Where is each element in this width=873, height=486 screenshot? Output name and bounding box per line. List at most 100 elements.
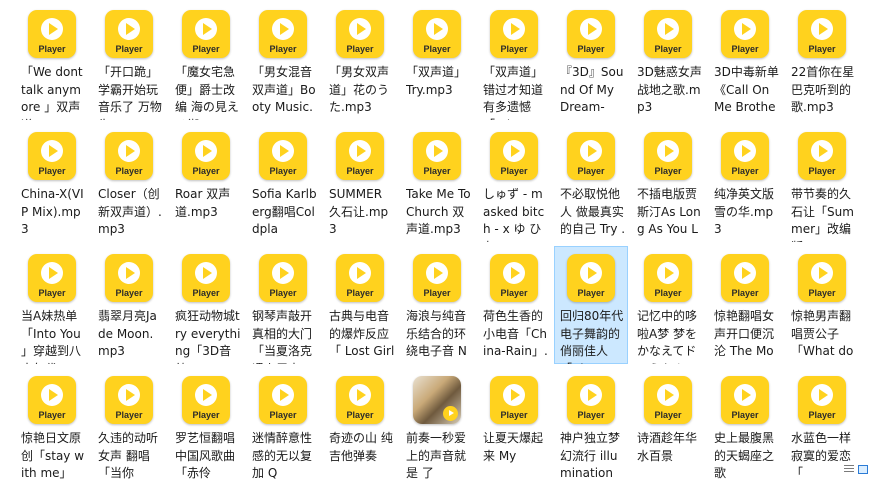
file-item[interactable]: Player 疯狂动物城try everything「3D音效 [169, 246, 243, 364]
file-item[interactable]: Player 迷情醉意性感的无以复加 Q [246, 368, 320, 486]
player-icon-label: Player [269, 44, 297, 54]
file-item[interactable]: Player 惊艳日文原创「stay with me」 [15, 368, 89, 486]
file-item[interactable]: Player 『3D』Sound Of My Dream- [554, 2, 628, 120]
file-item[interactable]: Player 神户独立梦幻流行 illumination [554, 368, 628, 486]
file-name: 「双声道」错过才知道有多遗憾「What A [483, 65, 544, 120]
play-icon [349, 18, 371, 40]
file-item[interactable]: Player しゅず - masked bitch - x ゆ ひ 左 [477, 124, 551, 242]
player-icon-label: Player [808, 288, 836, 298]
large-icons-view-icon[interactable] [858, 465, 868, 474]
play-icon [272, 262, 294, 284]
file-name: 奇迹の山 纯吉他弹奏 [329, 431, 393, 463]
player-file-icon: Player [413, 254, 461, 302]
file-item[interactable]: Player SUMMER 久石让.mp3 [323, 124, 397, 242]
file-item[interactable]: Player 纯净英文版雪の华.mp3 [708, 124, 782, 242]
play-badge-icon [443, 406, 458, 421]
details-view-icon[interactable] [844, 465, 854, 474]
play-icon [734, 18, 756, 40]
play-icon [272, 384, 294, 406]
file-item[interactable]: Player 古典与电音的爆炸反应「 Lost Girls」 [323, 246, 397, 364]
file-item[interactable]: Player 「男女双声道」花のうた.mp3 [323, 2, 397, 120]
file-item[interactable]: Player 回归80年代电子舞韵的俏丽佳人「Alone Ag [554, 246, 628, 364]
file-item[interactable]: Player 不插电版贾斯汀As Long As You Lov [631, 124, 705, 242]
file-item[interactable]: Player Take Me To Church 双声道.mp3 [400, 124, 474, 242]
file-item[interactable]: Player 22首你在星巴克听到的歌.mp3 [785, 2, 859, 120]
file-name: しゅず - masked bitch - x ゆ ひ 左 [483, 187, 545, 242]
file-item[interactable]: Player 荷色生香的小电音「China-Rain」.mp3 [477, 246, 551, 364]
file-name: 惊艳日文原创「stay with me」 [21, 431, 85, 480]
file-item[interactable]: Player 当A妹热单「Into You 」穿越到八十年代.m [15, 246, 89, 364]
player-icon-label: Player [731, 166, 759, 176]
file-item[interactable]: Player 带节奏的久石让「Summer」改编版.m [785, 124, 859, 242]
file-item[interactable]: 前奏一秒爱上的声音就是 了 [400, 368, 474, 486]
file-item[interactable]: Player 「魔女宅急便」爵士改编 海の見える街.mp3 [169, 2, 243, 120]
file-item[interactable]: Player 3D中毒新单《Call On Me Brother [708, 2, 782, 120]
player-icon-label: Player [808, 410, 836, 420]
player-file-icon: Player [413, 132, 461, 180]
file-item[interactable]: Player 史上最腹黑的天蝎座之歌 [708, 368, 782, 486]
player-file-icon: Player [182, 254, 230, 302]
player-icon-label: Player [500, 410, 528, 420]
file-item[interactable]: Player 惊艳翻唱女声开口便沉沦 The Monster [708, 246, 782, 364]
player-icon-label: Player [38, 410, 66, 420]
player-file-icon: Player [336, 376, 384, 424]
file-item[interactable]: Player 「We dont talk anymore 」双声道 [15, 2, 89, 120]
player-icon-label: Player [269, 410, 297, 420]
file-name: 罗艺恒翻唱中国风歌曲「赤伶 [175, 431, 236, 480]
file-name: 惊艳男声翻唱贾公子「What do you mea [791, 309, 854, 364]
player-file-icon: Player [28, 10, 76, 58]
file-item[interactable]: Player 让夏天爆起来 My [477, 368, 551, 486]
file-item[interactable]: Player Sofia Karlberg翻唱Coldpla [246, 124, 320, 242]
play-icon [811, 384, 833, 406]
player-icon-label: Player [577, 44, 605, 54]
file-name: 纯净英文版雪の华.mp3 [714, 187, 775, 236]
player-icon-label: Player [654, 166, 682, 176]
player-icon-label: Player [577, 288, 605, 298]
file-item[interactable]: Player 罗艺恒翻唱中国风歌曲「赤伶 [169, 368, 243, 486]
file-item[interactable]: Player 「男女混音双声道」Booty Music.mp3 [246, 2, 320, 120]
play-icon [195, 18, 217, 40]
file-item[interactable]: Player 记忆中的哆啦A梦 梦をかなえてドラえもん [631, 246, 705, 364]
file-name: Sofia Karlberg翻唱Coldpla [252, 187, 317, 236]
file-name: 翡翠月亮Jade Moon.mp3 [98, 309, 157, 358]
player-icon-label: Player [346, 44, 374, 54]
play-icon [272, 18, 294, 40]
file-item[interactable]: Player Closer（创新双声道）.mp3 [92, 124, 166, 242]
player-icon-label: Player [115, 410, 143, 420]
player-file-icon: Player [567, 132, 615, 180]
file-item[interactable]: Player 「双声道」Try.mp3 [400, 2, 474, 120]
player-file-icon: Player [182, 10, 230, 58]
file-item[interactable]: Player 不必取悦他人 做最真实的自己 Try .mp3 [554, 124, 628, 242]
player-icon-label: Player [192, 288, 220, 298]
file-item[interactable]: Player 翡翠月亮Jade Moon.mp3 [92, 246, 166, 364]
player-file-icon: Player [644, 254, 692, 302]
play-icon [734, 384, 756, 406]
player-icon-label: Player [731, 288, 759, 298]
play-icon [657, 384, 679, 406]
file-name: 诗酒趁年华 水百景 [637, 431, 698, 463]
player-icon-label: Player [808, 166, 836, 176]
file-item[interactable]: Player 久违的动听女声 翻唱「当你 [92, 368, 166, 486]
player-icon-label: Player [808, 44, 836, 54]
file-item[interactable]: Player 海浪与纯音乐结合的环绕电子音 Neptune [400, 246, 474, 364]
file-item[interactable]: Player 奇迹の山 纯吉他弹奏 [323, 368, 397, 486]
file-item[interactable]: Player 「双声道」错过才知道有多遗憾「What A [477, 2, 551, 120]
file-name: 古典与电音的爆炸反应「 Lost Girls」 [329, 309, 395, 364]
file-item[interactable]: Player 「开口跪」学霸开始玩音乐了 万物生.mp3 [92, 2, 166, 120]
file-item[interactable]: Player 惊艳男声翻唱贾公子「What do you mea [785, 246, 859, 364]
file-name: 久违的动听女声 翻唱「当你 [98, 431, 159, 480]
file-name: SUMMER 久石让.mp3 [329, 187, 389, 236]
file-name: 记忆中的哆啦A梦 梦をかなえてドラえもん [637, 309, 698, 364]
file-name: 「魔女宅急便」爵士改编 海の見える街.mp3 [175, 65, 239, 120]
view-toggle [841, 462, 871, 476]
play-icon [118, 384, 140, 406]
file-name: 3D魅惑女声战地之歌.mp3 [637, 65, 702, 114]
play-icon [118, 140, 140, 162]
file-item[interactable]: Player 3D魅惑女声战地之歌.mp3 [631, 2, 705, 120]
player-icon-label: Player [269, 166, 297, 176]
file-item[interactable]: Player 钢琴声敲开真相的大门「当夏洛克遇上周杰 [246, 246, 320, 364]
file-item[interactable]: Player China-X(VIP Mix).mp3 [15, 124, 89, 242]
player-icon-label: Player [115, 288, 143, 298]
file-item[interactable]: Player Roar 双声道.mp3 [169, 124, 243, 242]
file-item[interactable]: Player 诗酒趁年华 水百景 [631, 368, 705, 486]
